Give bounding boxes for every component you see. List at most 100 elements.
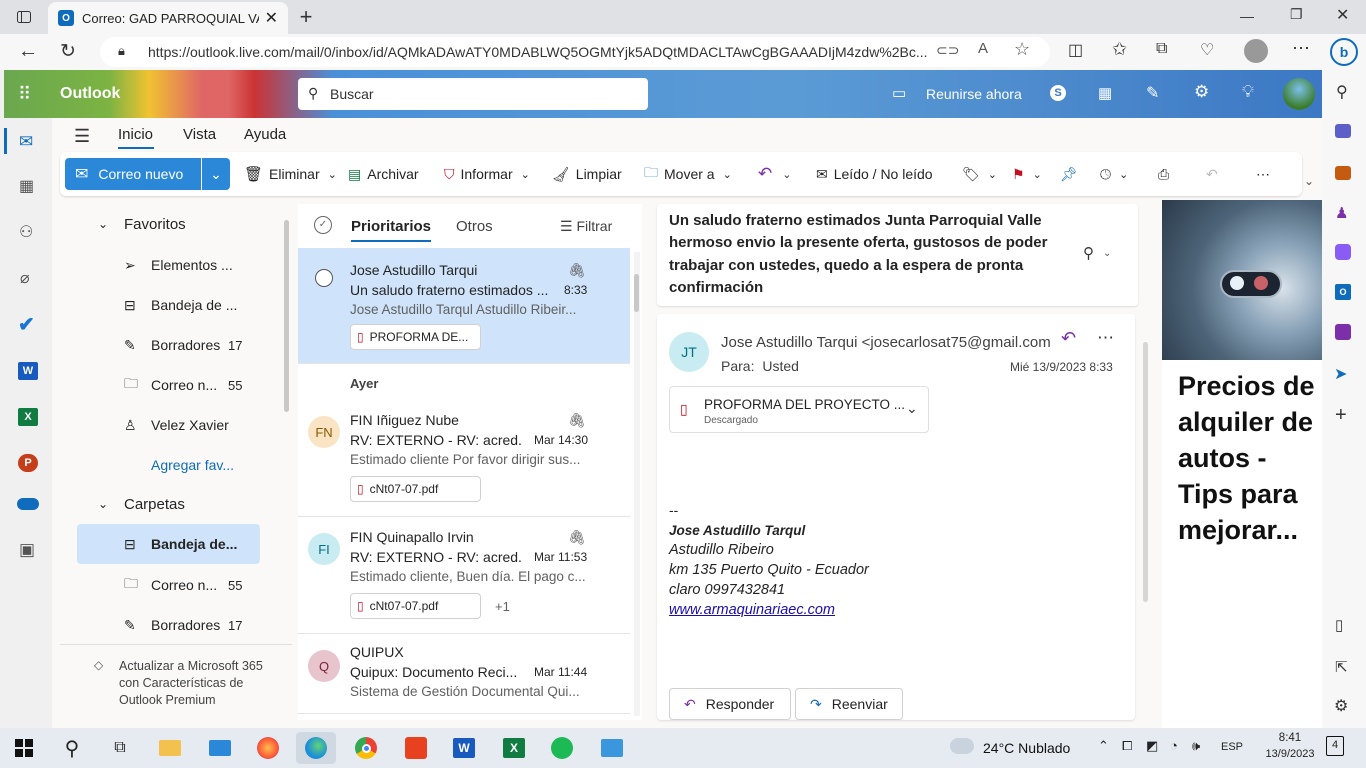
ad-car-image[interactable]: [1162, 200, 1322, 360]
snooze-button[interactable]: 🕓︎ ⌄: [1100, 152, 1128, 196]
message-list-scrollbar[interactable]: [634, 252, 640, 716]
print-button[interactable]: ⎙: [1158, 152, 1169, 196]
chevron-down-icon[interactable]: ⌄: [906, 400, 918, 417]
tab-focused[interactable]: Prioritarios: [351, 218, 431, 235]
folder-scrollbar[interactable]: [284, 220, 289, 412]
send-icon[interactable]: ➤: [1334, 364, 1347, 384]
split-screen-icon[interactable]: ◫: [1068, 40, 1083, 60]
folder-item-sent[interactable]: ➢ Elementos ...: [122, 245, 322, 285]
read-aloud-icon[interactable]: A: [978, 40, 988, 57]
new-mail-dropdown[interactable]: ⌄: [202, 158, 230, 190]
attachment-chip[interactable]: ▯ cNt07-07.pdf: [350, 593, 481, 619]
microsoft-365-icon[interactable]: [1335, 244, 1351, 260]
sweep-button[interactable]: 🧹︎ Limpiar: [552, 152, 622, 196]
app-launcher-icon[interactable]: ⠿: [18, 84, 32, 105]
excel-icon[interactable]: X: [494, 732, 534, 764]
expand-ribbon-icon[interactable]: ⌄: [1304, 174, 1314, 188]
clock-time[interactable]: 8:41: [1270, 732, 1310, 744]
people-icon[interactable]: ⚇: [19, 222, 33, 242]
browser-tab[interactable]: O Correo: GAD PARROQUIAL VALLE ✕: [48, 2, 288, 34]
favorites-icon[interactable]: ✩: [1112, 39, 1127, 60]
signature-website-link[interactable]: www.armaquinariaec.com: [669, 602, 835, 618]
profile-avatar[interactable]: [1244, 39, 1268, 63]
device-icon[interactable]: ⧠: [1122, 738, 1132, 754]
collections-icon[interactable]: ⧉: [1156, 40, 1167, 58]
close-window-icon[interactable]: ✕: [1336, 5, 1349, 25]
powerpoint-icon[interactable]: P: [18, 454, 38, 472]
filter-button[interactable]: ☰ Filtrar: [560, 218, 612, 235]
list-item[interactable]: FI FIN Quinapallo Irvin 🖇︎ RV: EXTERNO -…: [298, 517, 630, 634]
more-ribbon-button[interactable]: ⋯: [1256, 152, 1270, 196]
undo-button[interactable]: ↶: [1206, 152, 1218, 196]
task-view-icon[interactable]: ⧉: [100, 732, 140, 764]
tab-vista[interactable]: Vista: [183, 126, 216, 143]
attachments-icon[interactable]: ⌀: [20, 268, 30, 288]
firefox-icon[interactable]: [248, 732, 288, 764]
zoom-icon[interactable]: ⚲: [1083, 244, 1094, 262]
folder-item-inbox[interactable]: ⊟ Bandeja de ...: [122, 285, 322, 325]
folder-item-junk[interactable]: 🗀︎ Correo n... 55: [122, 565, 322, 605]
word-icon[interactable]: W: [444, 732, 484, 764]
read-unread-button[interactable]: ✉ Leído / No leído: [816, 152, 933, 196]
file-explorer-icon[interactable]: [150, 732, 190, 764]
bing-copilot-icon[interactable]: b: [1330, 38, 1358, 66]
windows-start-icon[interactable]: [4, 732, 44, 764]
my-day-icon[interactable]: ✎: [1146, 83, 1159, 103]
list-item[interactable]: Q QUIPUX Quipux: Documento Reci... Mar 1…: [298, 634, 630, 714]
search-icon[interactable]: ⚲: [1336, 82, 1348, 102]
chevron-up-icon[interactable]: ⌃: [1098, 738, 1109, 754]
folder-item-drafts[interactable]: ✎ Borradores 17: [122, 325, 322, 365]
todo-check-icon[interactable]: ✔: [18, 312, 35, 337]
designer-icon[interactable]: [1335, 324, 1351, 340]
browser-essentials-icon[interactable]: ♡: [1200, 40, 1214, 60]
folder-item-junk[interactable]: 🗀︎ Correo n... 55: [122, 365, 322, 405]
premium-upgrade-link[interactable]: Actualizar a Microsoft 365 con Caracterí…: [119, 658, 269, 709]
minimize-icon[interactable]: —: [1240, 8, 1254, 24]
pin-button[interactable]: 📌︎: [1060, 152, 1078, 196]
tag-button[interactable]: 🏷︎ ⌄: [962, 152, 997, 196]
flag-button[interactable]: ⚑ ⌄: [1012, 152, 1042, 196]
sender-address[interactable]: Jose Astudillo Tarqui <josecarlosat75@gm…: [721, 334, 1051, 351]
mail-icon[interactable]: ✉: [19, 132, 33, 152]
attachment-chip[interactable]: ▯ cNt07-07.pdf: [350, 476, 481, 502]
app-available-icon[interactable]: ⊂⊃: [936, 42, 959, 59]
clock-date[interactable]: 13/9/2023: [1256, 748, 1324, 760]
weather-text[interactable]: 24°C Nublado: [983, 740, 1070, 756]
archive-button[interactable]: ▤ Archivar: [348, 152, 419, 196]
close-tab-icon[interactable]: ✕: [265, 8, 278, 28]
tools-briefcase-icon[interactable]: [1335, 166, 1351, 180]
reply-all-button[interactable]: ↶ ⌄: [758, 152, 791, 196]
more-options-icon[interactable]: ⋯: [1292, 38, 1310, 59]
favorite-star-icon[interactable]: ☆: [1014, 39, 1030, 60]
edge-icon[interactable]: [296, 732, 336, 764]
external-link-icon[interactable]: ⇱: [1335, 658, 1348, 676]
settings-gear-icon[interactable]: ⚙: [1194, 82, 1209, 102]
reading-scrollbar[interactable]: [1143, 322, 1149, 720]
reply-icon[interactable]: ↶: [1061, 328, 1076, 349]
more-attachments-count[interactable]: +1: [495, 599, 510, 614]
settings-gear-icon[interactable]: ⚙: [1334, 696, 1348, 716]
volume-icon[interactable]: 🕪︎: [1192, 738, 1200, 754]
maximize-icon[interactable]: ❐: [1290, 6, 1303, 23]
list-item[interactable]: FN FIN Iñiguez Nube 🖇︎ RV: EXTERNO - RV:…: [298, 400, 630, 517]
mail-app-icon[interactable]: [200, 732, 240, 764]
hide-sidebar-icon[interactable]: ▯: [1335, 616, 1343, 634]
spotify-icon[interactable]: [542, 732, 582, 764]
meet-now-button[interactable]: Reunirse ahora: [926, 86, 1022, 102]
tab-other[interactable]: Otros: [456, 218, 493, 235]
excel-icon[interactable]: X: [18, 408, 38, 426]
folder-item-drafts[interactable]: ✎ Borradores 17: [122, 605, 322, 645]
new-tab-icon[interactable]: +: [294, 4, 318, 29]
advertisement-panel[interactable]: Precios de alquiler de autos - Tips para…: [1162, 200, 1322, 728]
onedrive-icon[interactable]: [17, 498, 39, 510]
account-avatar[interactable]: [1283, 78, 1315, 110]
folders-header[interactable]: ⌄ Carpetas: [96, 484, 296, 524]
tab-actions-icon[interactable]: [12, 7, 36, 27]
to-value[interactable]: Usted: [762, 358, 799, 374]
cloud-weather-icon[interactable]: [950, 738, 974, 754]
folder-item-person[interactable]: ♙ Velez Xavier: [122, 405, 322, 445]
wifi-icon[interactable]: ◔: [1170, 738, 1178, 753]
message-select-checkbox[interactable]: [315, 269, 333, 287]
word-icon[interactable]: W: [18, 362, 38, 380]
calendar-icon[interactable]: ▦: [19, 176, 34, 196]
